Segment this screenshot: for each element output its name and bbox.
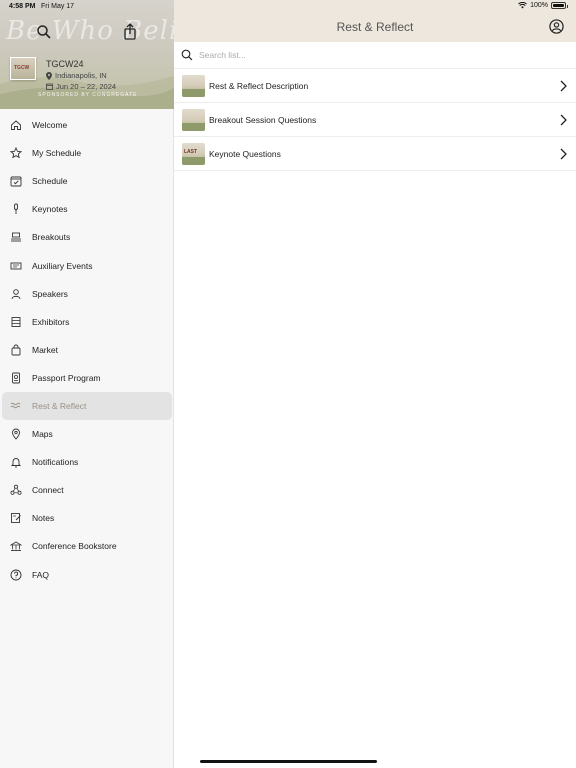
home-icon [10, 119, 22, 131]
profile-icon[interactable] [549, 19, 564, 34]
status-bar: 4:58 PM Fri May 17 100% [0, 0, 576, 14]
sidebar-search-icon[interactable] [36, 24, 52, 40]
sidebar-item-schedule[interactable]: Schedule [0, 167, 174, 195]
sidebar-item-label: Breakouts [32, 232, 71, 243]
sidebar-item-my-schedule[interactable]: My Schedule [0, 139, 174, 167]
map-pin-icon [10, 428, 22, 440]
sidebar-item-speakers[interactable]: Speakers [0, 280, 174, 308]
sidebar-item-label: Market [32, 344, 58, 355]
battery-icon [551, 2, 568, 9]
wifi-icon [518, 2, 527, 9]
sidebar-item-label: Maps [32, 429, 53, 440]
connect-icon [10, 484, 22, 496]
star-icon [10, 147, 22, 159]
search-input[interactable] [199, 50, 499, 60]
status-date: Fri May 17 [41, 3, 75, 10]
notes-icon [10, 512, 22, 524]
sidebar-item-label: Notifications [32, 457, 79, 468]
content-list: Rest & Reflect Description Breakout Sess… [174, 69, 576, 171]
search-bar [174, 42, 576, 69]
list-item[interactable]: Rest & Reflect Description [174, 69, 576, 103]
sidebar-item-label: Connect [32, 485, 64, 496]
status-right: 100% [518, 2, 568, 9]
location-pin-icon [46, 71, 52, 80]
sidebar-item-label: Speakers [32, 288, 68, 299]
sidebar-item-label: Auxiliary Events [32, 260, 93, 271]
sidebar-item-faq[interactable]: FAQ [0, 561, 174, 589]
sidebar-item-label: My Schedule [32, 148, 82, 159]
dates-text: Jun 20 – 22, 2024 [56, 82, 117, 91]
sidebar-item-auxiliary-events[interactable]: Auxiliary Events [0, 251, 174, 279]
sidebar: Be Who Believe TGCW TGCW24 Indianapolis,… [0, 0, 174, 768]
list-item[interactable]: LAST Keynote Questions [174, 137, 576, 171]
sidebar-item-maps[interactable]: Maps [0, 420, 174, 448]
page-title: Rest & Reflect [336, 20, 414, 34]
sidebar-nav: Welcome My Schedule Schedule Keynotes Br… [0, 111, 174, 589]
banner-script-text: Be Who Believe [6, 16, 174, 46]
question-icon [10, 569, 22, 581]
battery-percent: 100% [530, 2, 548, 9]
list-item[interactable]: Breakout Session Questions [174, 103, 576, 137]
conference-logo: TGCW [10, 57, 36, 80]
item-thumbnail [182, 108, 205, 131]
sidebar-item-welcome[interactable]: Welcome [0, 111, 174, 139]
sidebar-item-breakouts[interactable]: Breakouts [0, 223, 174, 251]
passport-icon [10, 372, 22, 384]
item-thumbnail [182, 74, 205, 97]
sidebar-item-label: Keynotes [32, 204, 68, 215]
calendar-check-icon [10, 175, 22, 187]
location-text: Indianapolis, IN [55, 71, 107, 80]
sidebar-item-label: Conference Bookstore [32, 541, 117, 552]
sidebar-item-connect[interactable]: Connect [0, 476, 174, 504]
home-indicator[interactable] [200, 760, 377, 763]
chevron-right-icon [560, 114, 567, 126]
sponsor-text: SPONSORED BY CONGREGATE [38, 92, 138, 98]
status-time: 4:58 PM [9, 3, 36, 10]
main-panel: Rest & Reflect Rest & Reflect Descriptio… [174, 0, 576, 768]
microphone-icon [10, 203, 22, 215]
sidebar-item-label: Rest & Reflect [32, 400, 87, 411]
sidebar-item-notes[interactable]: Notes [0, 504, 174, 532]
thumbnail-text: LAST [184, 148, 198, 155]
conference-banner: Be Who Believe TGCW TGCW24 Indianapolis,… [0, 0, 174, 109]
sidebar-item-label: Exhibitors [32, 316, 70, 327]
chevron-right-icon [560, 148, 567, 160]
list-item-label: Keynote Questions [209, 148, 281, 159]
search-icon [181, 49, 193, 61]
sidebar-item-label: FAQ [32, 569, 50, 580]
bell-icon [10, 456, 22, 468]
ticket-icon [10, 260, 22, 272]
sidebar-item-label: Notes [32, 513, 55, 524]
conference-dates: Jun 20 – 22, 2024 [46, 82, 116, 91]
sidebar-item-exhibitors[interactable]: Exhibitors [0, 308, 174, 336]
share-icon[interactable] [122, 22, 138, 40]
sidebar-item-label: Passport Program [32, 372, 101, 383]
item-thumbnail: LAST [182, 142, 205, 165]
sidebar-item-label: Schedule [32, 176, 68, 187]
sidebar-item-label: Welcome [32, 120, 68, 131]
calendar-icon [46, 83, 53, 90]
shopping-bag-icon [10, 344, 22, 356]
sidebar-item-market[interactable]: Market [0, 336, 174, 364]
conference-name: TGCW24 [46, 59, 84, 69]
sidebar-item-keynotes[interactable]: Keynotes [0, 195, 174, 223]
chevron-right-icon [560, 80, 567, 92]
sidebar-item-rest-reflect[interactable]: Rest & Reflect [2, 391, 172, 421]
podium-icon [10, 231, 22, 243]
sidebar-item-passport-program[interactable]: Passport Program [0, 364, 174, 392]
conference-location: Indianapolis, IN [46, 71, 107, 80]
sidebar-item-notifications[interactable]: Notifications [0, 448, 174, 476]
list-item-label: Breakout Session Questions [209, 114, 317, 125]
sidebar-item-conference-bookstore[interactable]: Conference Bookstore [0, 532, 174, 560]
waves-icon [10, 400, 22, 412]
bookstore-icon [10, 540, 22, 552]
list-item-label: Rest & Reflect Description [209, 80, 309, 91]
booth-icon [10, 316, 22, 328]
app-root: 4:58 PM Fri May 17 100% Be Who Believe T… [0, 0, 576, 768]
person-icon [10, 288, 22, 300]
